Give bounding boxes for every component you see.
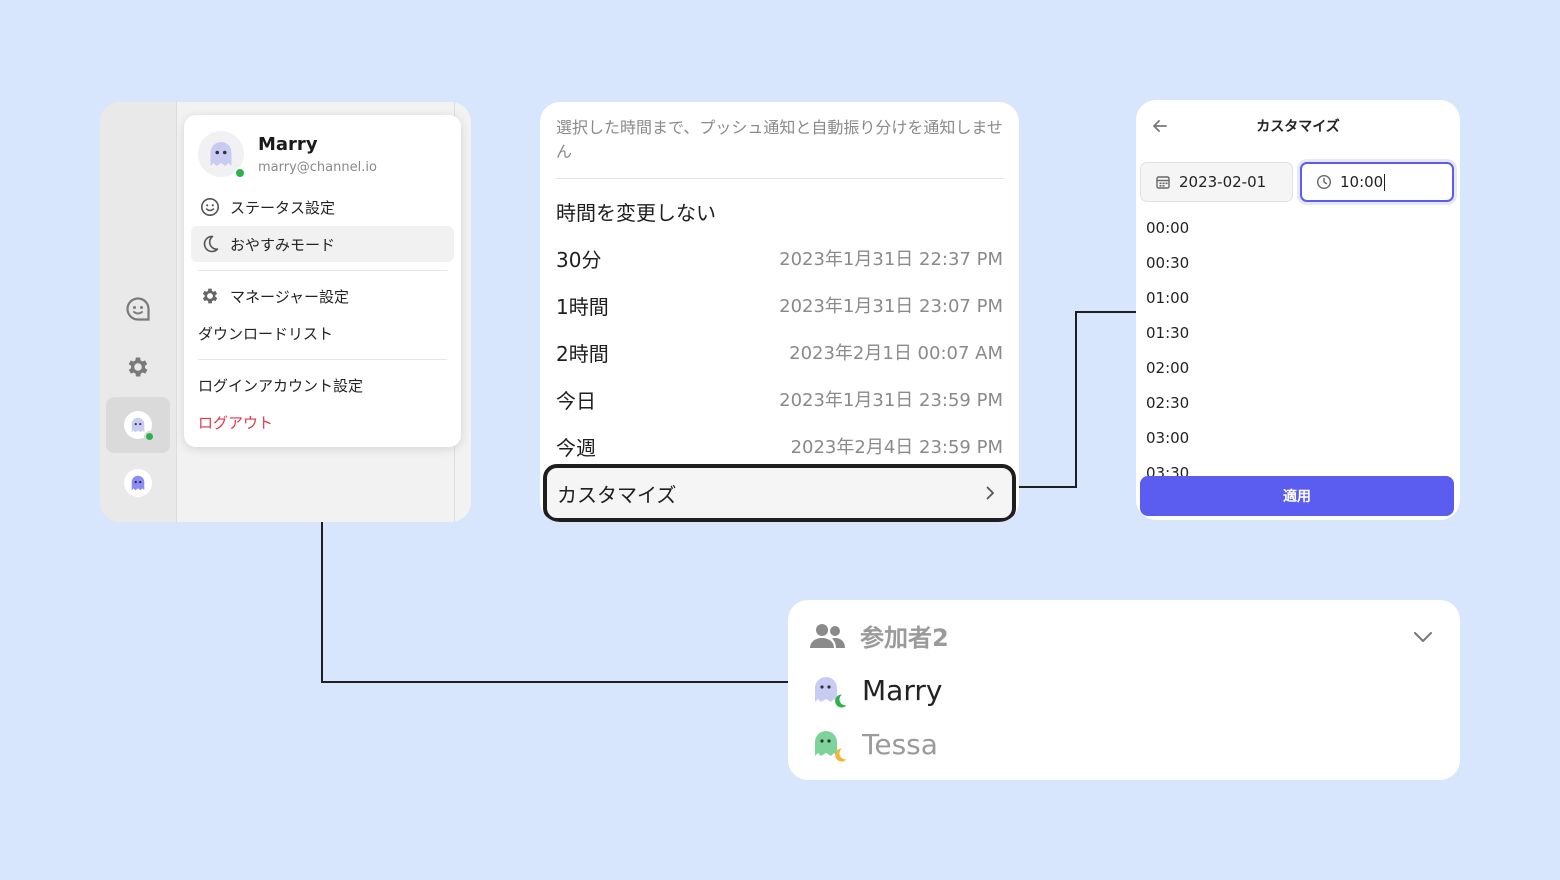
snooze-options-panel: 選択した時間まで、プッシュ通知と自動振り分けを通知しません 時間を変更しない 3… [540, 102, 1019, 522]
profile-header: Marry marry@channel.io [198, 131, 377, 179]
participant-name: Tessa [862, 728, 938, 761]
customize-panel: カスタマイズ 2023-02-01 10:00 00:00 00:30 01:0… [1136, 100, 1460, 520]
menu-item-label: マネージャー設定 [230, 287, 349, 306]
gear-icon [199, 285, 221, 307]
menu-divider [198, 359, 447, 360]
people-icon [810, 623, 845, 648]
online-status-dot [144, 431, 155, 442]
menu-item-label: ダウンロードリスト [198, 324, 334, 343]
apply-button[interactable]: 適用 [1140, 476, 1454, 516]
snooze-option-label: 時間を変更しない [556, 200, 716, 225]
moon-icon [835, 747, 847, 761]
avatar [198, 131, 246, 179]
time-option[interactable]: 02:00 [1136, 351, 1460, 386]
profile-name: Marry [258, 133, 318, 155]
time-option[interactable]: 02:30 [1136, 386, 1460, 421]
smile-icon [199, 196, 221, 218]
snooze-option[interactable]: 時間を変更しない [556, 196, 1003, 226]
menu-item-logout[interactable]: ログアウト [191, 404, 454, 440]
menu-item-label: おやすみモード [230, 235, 336, 254]
menu-item-download-list[interactable]: ダウンロードリスト [191, 315, 454, 351]
participants-panel: 参加者2 Marry Tessa [788, 600, 1460, 780]
time-option[interactable]: 00:00 [1136, 211, 1460, 246]
menu-item-label: ログアウト [198, 413, 274, 432]
snooze-notice: 選択した時間まで、プッシュ通知と自動振り分けを通知しません [556, 118, 1003, 161]
date-field[interactable]: 2023-02-01 [1140, 162, 1293, 202]
chevron-down-icon[interactable] [1410, 624, 1436, 650]
rail-settings-button[interactable] [106, 339, 170, 395]
snooze-option-time: 2023年1月31日 23:59 PM [779, 390, 1003, 411]
menu-item-login-account-settings[interactable]: ログインアカウント設定 [191, 367, 454, 403]
menu-divider [198, 270, 447, 271]
rail-chat-button[interactable] [106, 281, 170, 337]
snooze-option-time: 2023年1月31日 22:37 PM [779, 249, 1003, 270]
time-input[interactable]: 10:00 [1300, 162, 1454, 202]
snooze-option[interactable]: 今週 2023年2月4日 23:59 PM [556, 431, 1003, 461]
snooze-option-label: 今週 [556, 435, 596, 460]
page-title: カスタマイズ [1256, 119, 1340, 135]
connector-line [321, 681, 789, 683]
time-options-list: 00:00 00:30 01:00 01:30 02:00 02:30 03:0… [1136, 211, 1460, 476]
avatar-icon [124, 469, 152, 497]
time-option[interactable]: 00:30 [1136, 246, 1460, 281]
participants-title: 参加者2 [860, 624, 949, 652]
menu-item-label: ステータス設定 [230, 198, 336, 217]
snooze-option[interactable]: 2時間 2023年2月1日 00:07 AM [556, 337, 1003, 367]
snooze-option-label: 2時間 [556, 341, 609, 366]
snooze-option-label: 30分 [556, 247, 602, 272]
participant-name: Marry [862, 674, 943, 707]
time-option[interactable]: 01:30 [1136, 316, 1460, 351]
customize-header: カスタマイズ [1136, 100, 1460, 152]
participant-item[interactable]: Tessa [812, 728, 938, 761]
moon-icon [835, 693, 847, 707]
date-value: 2023-02-01 [1179, 173, 1267, 191]
participant-item[interactable]: Marry [812, 674, 942, 707]
profile-dropdown-menu: Marry marry@channel.io ステータス設定 おやすみモード マ… [184, 115, 461, 447]
snooze-option-label: 今日 [556, 388, 596, 413]
connector-line [1075, 311, 1137, 313]
chevron-right-icon [986, 486, 994, 500]
menu-item-status-settings[interactable]: ステータス設定 [191, 189, 454, 225]
customize-option-label: カスタマイズ [557, 482, 677, 507]
menu-item-sleep-mode[interactable]: おやすみモード [191, 226, 454, 262]
snooze-option-time: 2023年2月4日 23:59 PM [790, 437, 1003, 458]
back-arrow-icon[interactable] [1150, 116, 1170, 136]
snooze-option-time: 2023年1月31日 23:07 PM [779, 296, 1003, 317]
menu-item-label: ログインアカウント設定 [198, 376, 364, 395]
calendar-icon [1155, 174, 1171, 190]
chat-face-icon [126, 297, 150, 321]
participants-header[interactable]: 参加者2 [808, 618, 949, 653]
profile-menu-panel: Marry marry@channel.io ステータス設定 おやすみモード マ… [100, 102, 471, 522]
time-option[interactable]: 01:00 [1136, 281, 1460, 316]
side-rail [100, 102, 177, 522]
snooze-option[interactable]: 30分 2023年1月31日 22:37 PM [556, 243, 1003, 273]
ghost-avatar-icon [210, 142, 232, 166]
snooze-option[interactable]: 今日 2023年1月31日 23:59 PM [556, 384, 1003, 414]
profile-email: marry@channel.io [258, 159, 377, 175]
connector-line [321, 521, 323, 683]
connector-line [1075, 311, 1077, 488]
time-option[interactable]: 03:30 [1136, 456, 1460, 476]
gear-icon [128, 357, 148, 377]
snooze-option-label: 1時間 [556, 294, 609, 319]
snooze-option[interactable]: 1時間 2023年1月31日 23:07 PM [556, 290, 1003, 320]
customize-option[interactable]: カスタマイズ [543, 464, 1016, 522]
rail-bot-button[interactable] [106, 455, 170, 511]
time-option[interactable]: 03:00 [1136, 421, 1460, 456]
connector-line [1017, 486, 1077, 488]
divider [556, 178, 1004, 179]
text-caret [1384, 173, 1386, 191]
time-value: 10:00 [1340, 173, 1384, 191]
avatar-icon [124, 411, 155, 442]
rail-profile-button[interactable] [106, 397, 170, 453]
menu-item-manager-settings[interactable]: マネージャー設定 [191, 278, 454, 314]
online-status-dot [234, 167, 246, 179]
clock-icon [1316, 174, 1332, 190]
avatar [812, 729, 847, 761]
avatar [812, 675, 847, 707]
snooze-option-time: 2023年2月1日 00:07 AM [789, 343, 1003, 364]
moon-icon [199, 233, 221, 255]
